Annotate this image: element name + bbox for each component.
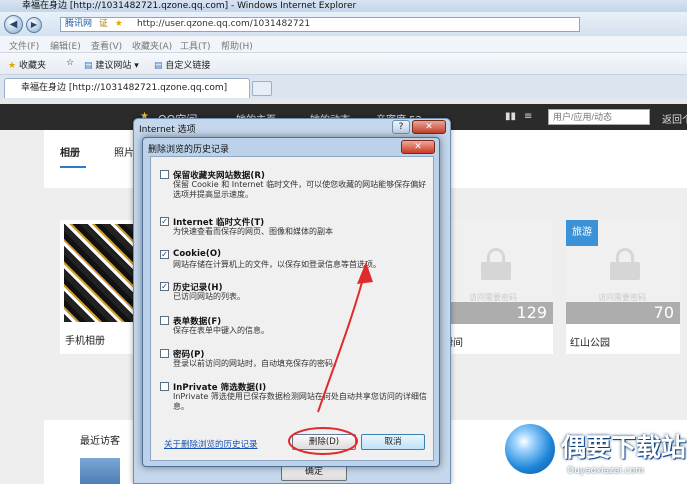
tab-bar: 幸福在身边 [http://1031482721.qzone.qq.com] <box>0 75 687 99</box>
album-caption: 手机相册 <box>65 336 105 347</box>
option-inprivate[interactable]: InPrivate 筛选数据(I) InPrivate 筛选使用已保存数据检测网… <box>160 381 430 415</box>
back-arrow-icon: ◀ <box>9 19 18 30</box>
option-desc: 为快速查看而保存的网页、图像和媒体的副本 <box>173 227 333 236</box>
address-bar[interactable]: 腾讯网 证 ★ http://user.qzone.qq.com/1031482… <box>60 17 580 32</box>
window-title: 幸福在身边 [http://1031482721.qzone.qq.com] -… <box>22 1 357 11</box>
close-icon: ✕ <box>414 142 422 152</box>
option-cookies[interactable]: ✓ Cookie(O) 网站存储在计算机上的文件，以保存如登录信息等首选项。 <box>160 249 430 271</box>
photo-count-bar: 70 <box>566 302 680 324</box>
option-desc: 已访问网站的列表。 <box>173 292 245 301</box>
option-preserve-favorites[interactable]: 保留收藏夹网站数据(R) 保留 Cookie 和 Internet 临时文件，可… <box>160 169 430 205</box>
delete-history-title: 删除浏览的历史记录 <box>148 145 230 155</box>
menu-edit[interactable]: 编辑(E) <box>50 39 81 52</box>
watermark: 偶要下载站 Ouyaoxiazai.com <box>505 424 687 484</box>
option-desc: 保留 Cookie 和 Internet 临时文件，可以使您收藏的网站能够保存偏… <box>173 180 427 199</box>
suggested-sites-label: 建议网站 ▾ <box>95 61 139 71</box>
delete-history-dialog: 删除浏览的历史记录 ✕ 保留收藏夹网站数据(R) 保留 Cookie 和 Int… <box>142 137 440 467</box>
favorites-bar: ★ 收藏夹 ☆ ▤ 建议网站 ▾ ▤ 自定义链接 <box>0 53 687 75</box>
menu-view[interactable]: 查看(V) <box>91 39 122 52</box>
favorites-star-icon: ★ <box>8 61 17 71</box>
menu-file[interactable]: 文件(F) <box>9 39 39 52</box>
page-icon: ▤ <box>154 61 163 71</box>
option-desc: 登录以前访问的网站时，自动填充保存的密码。 <box>173 359 341 368</box>
checkbox[interactable] <box>160 316 169 325</box>
cancel-button[interactable]: 取消 <box>361 434 425 450</box>
menu-bar: 文件(F) 编辑(E) 查看(V) 收藏夹(A) 工具(T) 帮助(H) <box>0 36 687 53</box>
checkbox[interactable]: ✓ <box>160 250 169 259</box>
option-desc: 网站存储在计算机上的文件，以保存如登录信息等首选项。 <box>173 260 381 269</box>
album-caption: 红山公园 <box>570 338 610 349</box>
add-favorite-icon[interactable]: ☆ <box>66 58 74 68</box>
suggested-sites-link[interactable]: ▤ 建议网站 ▾ <box>84 58 139 71</box>
about-history-link[interactable]: 关于删除浏览的历史记录 <box>164 438 258 450</box>
address-row: ◀ ▶ 腾讯网 证 ★ http://user.qzone.qq.com/103… <box>0 12 687 36</box>
delete-button[interactable]: 删除(D) <box>292 434 356 450</box>
close-icon: ✕ <box>425 122 433 132</box>
tab-photos[interactable]: 照片 <box>114 144 134 159</box>
menu-tools[interactable]: 工具(T) <box>180 39 211 52</box>
custom-links-label: 自定义链接 <box>165 61 211 71</box>
internet-options-title: Internet 选项 <box>139 125 196 135</box>
option-desc: 保存在表单中键入的信息。 <box>173 326 269 335</box>
checkbox[interactable] <box>160 349 169 358</box>
active-tab-underline <box>60 166 86 168</box>
page-icon: ▤ <box>84 61 93 71</box>
photo-count: 70 <box>653 303 674 322</box>
checkbox[interactable] <box>160 382 169 391</box>
option-passwords[interactable]: 密码(P) 登录以前访问的网站时，自动填充保存的密码。 <box>160 348 430 370</box>
menu-favorites[interactable]: 收藏夹(A) <box>132 39 172 52</box>
lock-icon <box>481 248 511 280</box>
option-temp-files[interactable]: ✓ Internet 临时文件(T) 为快速查看而保存的网页、图像和媒体的副本 <box>160 216 430 238</box>
tab-albums[interactable]: 相册 <box>60 144 80 159</box>
watermark-domain: Ouyaoxiazai.com <box>567 466 645 476</box>
window-titlebar: 幸福在身边 [http://1031482721.qzone.qq.com] -… <box>0 0 687 12</box>
signal-icon: ▮▮ <box>505 111 517 122</box>
travel-badge: 旅游 <box>566 220 598 246</box>
checkbox[interactable]: ✓ <box>160 217 169 226</box>
back-link[interactable]: 返回个 <box>662 111 687 126</box>
list-icon[interactable]: ≡ <box>524 111 532 122</box>
photo-count: 129 <box>516 303 547 322</box>
tab-qzone[interactable]: 幸福在身边 [http://1031482721.qzone.qq.com] <box>4 78 250 98</box>
watermark-text: 偶要下载站 <box>561 433 687 462</box>
back-button[interactable]: ◀ <box>4 15 23 34</box>
option-label: Cookie(O) <box>173 249 222 259</box>
favorites-button[interactable]: ★ 收藏夹 <box>8 58 46 71</box>
forward-arrow-icon: ▶ <box>30 20 38 29</box>
menu-help[interactable]: 帮助(H) <box>221 39 253 52</box>
option-form-data[interactable]: 表单数据(F) 保存在表单中键入的信息。 <box>160 315 430 337</box>
tab-title: 幸福在身边 [http://1031482721.qzone.qq.com] <box>21 83 228 93</box>
star-icon: ★ <box>114 19 123 29</box>
watermark-logo <box>505 424 555 474</box>
help-button[interactable]: ? <box>392 120 410 134</box>
new-tab-button[interactable] <box>252 81 272 96</box>
checkbox[interactable] <box>160 170 169 179</box>
site-badge: 证 <box>98 19 108 29</box>
site-label: 腾讯网 <box>65 19 93 29</box>
favorites-label: 收藏夹 <box>18 61 46 71</box>
forward-button[interactable]: ▶ <box>26 17 42 33</box>
site-identity[interactable]: 腾讯网 证 ★ <box>65 18 123 31</box>
custom-links-link[interactable]: ▤ 自定义链接 <box>154 58 210 71</box>
close-button[interactable]: ✕ <box>412 120 446 134</box>
address-url: http://user.qzone.qq.com/1031482721 <box>137 19 311 29</box>
dialog-body: 保留收藏夹网站数据(R) 保留 Cookie 和 Internet 临时文件，可… <box>150 156 434 461</box>
qzone-search-input[interactable] <box>548 109 650 125</box>
dialog-close-button[interactable]: ✕ <box>401 140 435 154</box>
option-desc: InPrivate 筛选使用已保存数据检测网站在何处自动共享您访问的详细信息。 <box>173 392 427 411</box>
visitor-avatar[interactable] <box>80 458 120 484</box>
visitors-title: 最近访客 <box>80 436 120 447</box>
checkbox[interactable]: ✓ <box>160 282 169 291</box>
option-history[interactable]: ✓ 历史记录(H) 已访问网站的列表。 <box>160 281 430 303</box>
lock-icon <box>610 248 640 280</box>
